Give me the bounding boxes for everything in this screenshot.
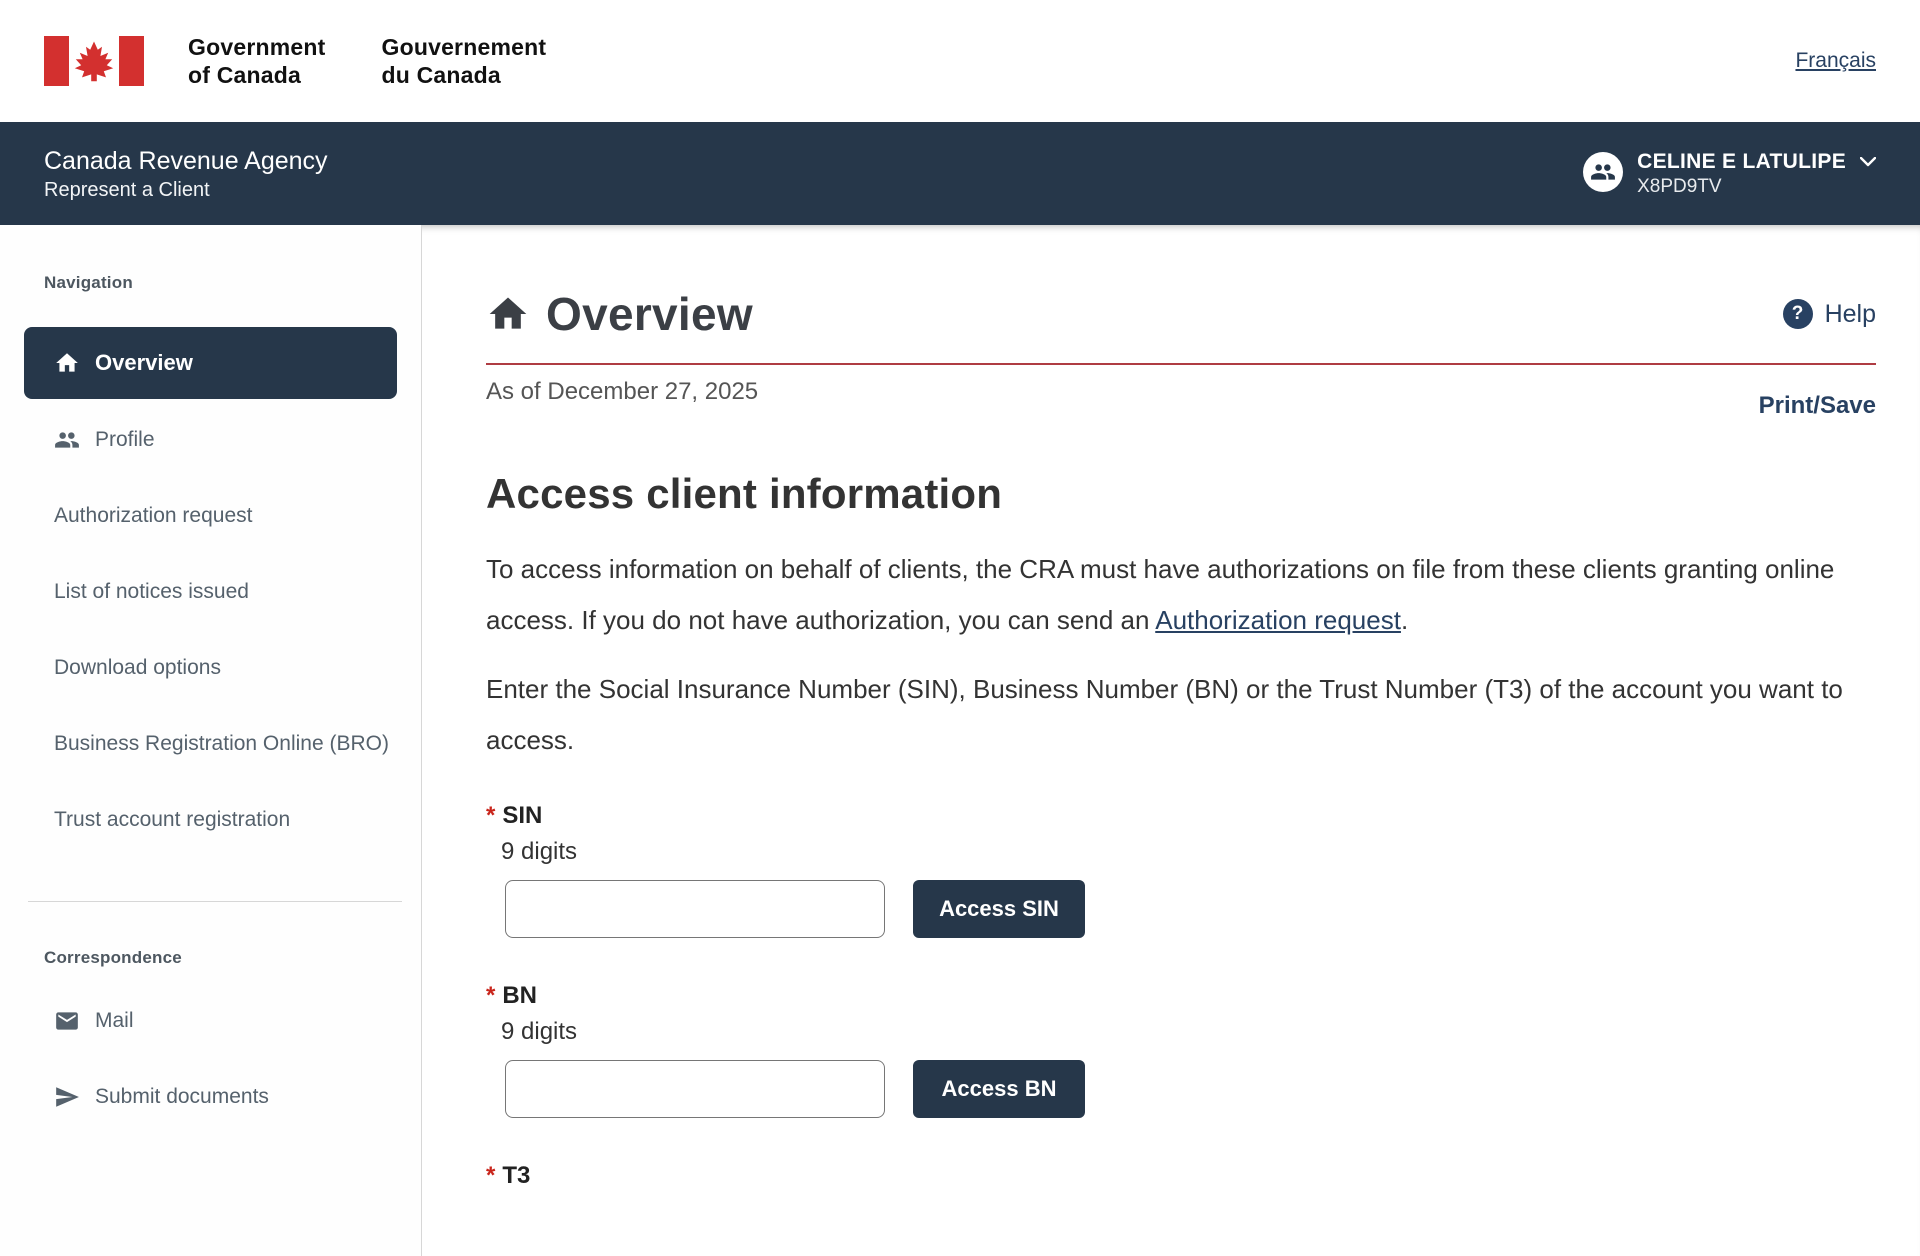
brand-french: Gouvernement du Canada (381, 33, 546, 89)
bn-field-group: * BN 9 digits Access BN (486, 982, 1876, 1118)
access-client-form: * SIN 9 digits Access SIN * BN 9 digits (486, 802, 1876, 1190)
t3-label: * T3 (486, 1162, 1876, 1190)
page-title: Overview (546, 287, 753, 341)
help-label: Help (1825, 300, 1876, 329)
correspondence-list: Mail Submit documents (24, 1006, 397, 1112)
sidebar-item-label: Overview (95, 348, 193, 378)
app-name: Represent a Client (44, 177, 328, 203)
authorization-request-link[interactable]: Authorization request (1155, 605, 1401, 635)
access-bn-button[interactable]: Access BN (913, 1060, 1085, 1118)
home-icon (54, 350, 80, 376)
user-name: CELINE E LATULIPE (1637, 150, 1846, 174)
people-icon (54, 427, 80, 453)
mail-icon (54, 1008, 80, 1034)
sin-field-group: * SIN 9 digits Access SIN (486, 802, 1876, 938)
gov-header: Government of Canada Gouvernement du Can… (0, 0, 1920, 122)
main-content: Overview ? Help As of December 27, 2025 … (422, 225, 1920, 1256)
app-titles: Canada Revenue Agency Represent a Client (44, 145, 328, 203)
required-marker: * (486, 1162, 495, 1190)
sidebar-item-label: Trust account registration (54, 805, 290, 835)
sidebar-item-list-of-notices[interactable]: List of notices issued (24, 577, 397, 607)
intro-paragraph: To access information on behalf of clien… (486, 544, 1876, 646)
sidebar-item-overview[interactable]: Overview (24, 327, 397, 399)
canada-flag-icon (44, 36, 144, 86)
instructions-paragraph: Enter the Social Insurance Number (SIN),… (486, 664, 1876, 766)
field-label-text: SIN (502, 802, 542, 830)
access-sin-button[interactable]: Access SIN (913, 880, 1085, 938)
sidebar-divider (28, 901, 402, 902)
sidebar-item-label: List of notices issued (54, 577, 249, 607)
bn-hint: 9 digits (501, 1018, 1876, 1046)
field-label-text: T3 (502, 1162, 530, 1190)
bn-input[interactable] (505, 1060, 885, 1118)
sidebar-item-mail[interactable]: Mail (24, 1006, 397, 1036)
help-icon: ? (1783, 299, 1813, 329)
sidebar-item-profile[interactable]: Profile (24, 425, 397, 455)
print-save-link[interactable]: Print/Save (1759, 392, 1876, 420)
sidebar-item-authorization-request[interactable]: Authorization request (24, 501, 397, 531)
nav-heading: Navigation (44, 273, 397, 293)
field-label-text: BN (502, 982, 537, 1010)
sidebar-item-business-registration-online[interactable]: Business Registration Online (BRO) (24, 729, 397, 759)
sidebar-item-label: Mail (95, 1006, 134, 1036)
as-of-date: As of December 27, 2025 (486, 378, 758, 406)
section-title: Access client information (486, 470, 1876, 518)
sin-hint: 9 digits (501, 838, 1876, 866)
sidebar-item-label: Submit documents (95, 1082, 269, 1112)
nav-list: Overview Profile Authorization request L… (24, 327, 397, 835)
user-meta: CELINE E LATULIPE X8PD9TV (1637, 150, 1876, 198)
app-bar: Canada Revenue Agency Represent a Client… (0, 122, 1920, 225)
home-icon (486, 292, 530, 336)
user-menu[interactable]: CELINE E LATULIPE X8PD9TV (1583, 150, 1876, 198)
sidebar-item-download-options[interactable]: Download options (24, 653, 397, 683)
language-toggle-link[interactable]: Français (1795, 49, 1876, 73)
sidebar-item-submit-documents[interactable]: Submit documents (24, 1082, 397, 1112)
intro-text-end: . (1401, 605, 1408, 635)
correspondence-heading: Correspondence (44, 948, 397, 968)
sidebar-item-trust-account-registration[interactable]: Trust account registration (24, 805, 397, 835)
user-avatar-icon (1583, 152, 1623, 192)
sidebar-item-label: Profile (95, 425, 155, 455)
page: Government of Canada Gouvernement du Can… (0, 0, 1920, 1256)
chevron-down-icon (1860, 157, 1876, 167)
sin-input[interactable] (505, 880, 885, 938)
agency-name: Canada Revenue Agency (44, 145, 328, 177)
sin-label: * SIN (486, 802, 1876, 830)
goc-brand: Government of Canada Gouvernement du Can… (44, 33, 546, 89)
t3-field-group: * T3 (486, 1162, 1876, 1190)
title-divider (486, 363, 1876, 365)
sidebar-item-label: Download options (54, 653, 221, 683)
body: Navigation Overview Profile Authorizatio… (0, 225, 1920, 1256)
rep-id: X8PD9TV (1637, 176, 1876, 198)
send-icon (54, 1084, 80, 1110)
help-link[interactable]: ? Help (1783, 299, 1876, 329)
bn-label: * BN (486, 982, 1876, 1010)
sidebar: Navigation Overview Profile Authorizatio… (0, 225, 422, 1256)
brand-english: Government of Canada (188, 33, 325, 89)
required-marker: * (486, 982, 495, 1010)
required-marker: * (486, 802, 495, 830)
sidebar-item-label: Authorization request (54, 501, 252, 531)
sidebar-item-label: Business Registration Online (BRO) (54, 729, 389, 759)
